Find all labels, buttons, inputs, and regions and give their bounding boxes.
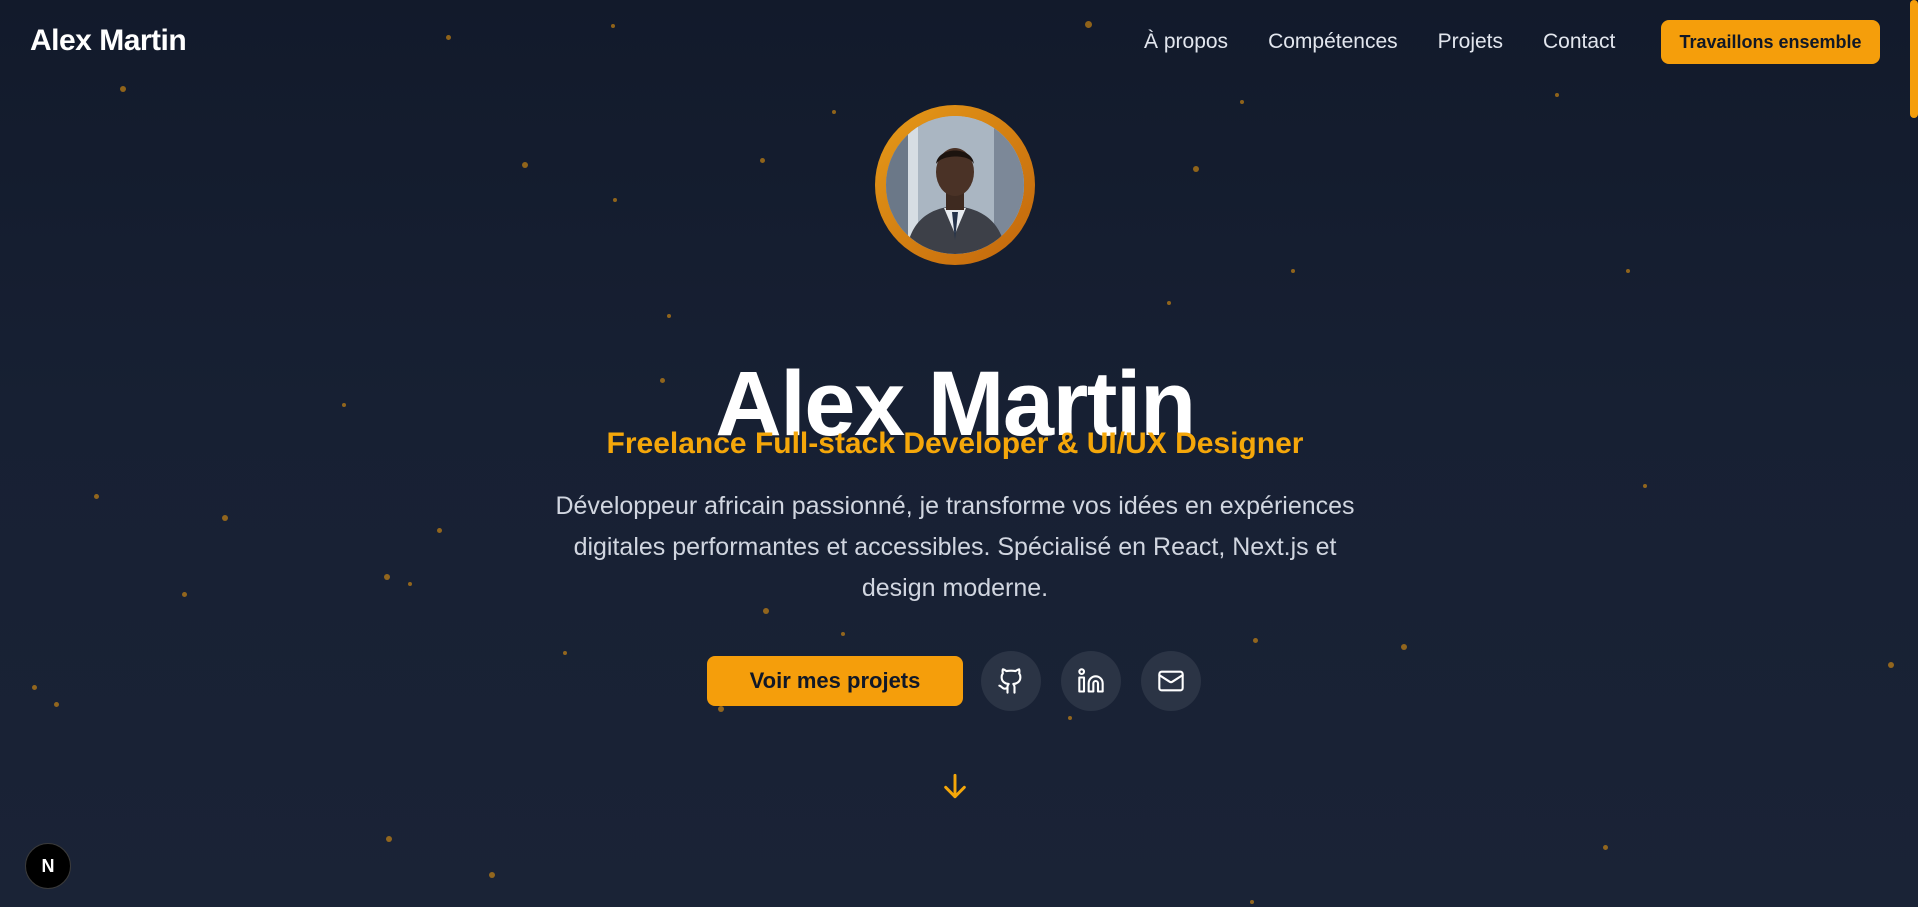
brand-logo[interactable]: Alex Martin xyxy=(30,24,187,58)
github-button[interactable] xyxy=(981,651,1041,711)
arrow-down-icon[interactable] xyxy=(939,770,971,802)
hero-actions: Voir mes projets xyxy=(707,651,1201,711)
github-icon xyxy=(998,668,1022,694)
hero-subtitle: Freelance Full-stack Developer & UI/UX D… xyxy=(606,427,1304,460)
work-together-button[interactable]: Travaillons ensemble xyxy=(1661,20,1880,64)
site-header: Alex Martin À propos Compétences Projets… xyxy=(0,0,1918,84)
nav-link-about[interactable]: À propos xyxy=(1144,30,1228,54)
scrollbar-thumb[interactable] xyxy=(1910,0,1918,118)
hero-description: Développeur africain passionné, je trans… xyxy=(555,492,1355,602)
avatar-photo xyxy=(886,116,1024,254)
linkedin-button[interactable] xyxy=(1061,651,1121,711)
avatar xyxy=(886,116,1024,254)
nav-link-projects[interactable]: Projets xyxy=(1438,30,1503,54)
nav-link-contact[interactable]: Contact xyxy=(1543,30,1615,54)
linkedin-icon xyxy=(1078,668,1104,693)
nextjs-dev-badge[interactable]: N xyxy=(25,843,71,889)
mail-icon xyxy=(1158,670,1184,692)
email-button[interactable] xyxy=(1141,651,1201,711)
main-nav: À propos Compétences Projets Contact xyxy=(1144,30,1615,54)
nav-link-skills[interactable]: Compétences xyxy=(1268,30,1398,54)
avatar-ring xyxy=(875,105,1035,265)
view-projects-button[interactable]: Voir mes projets xyxy=(707,656,963,706)
